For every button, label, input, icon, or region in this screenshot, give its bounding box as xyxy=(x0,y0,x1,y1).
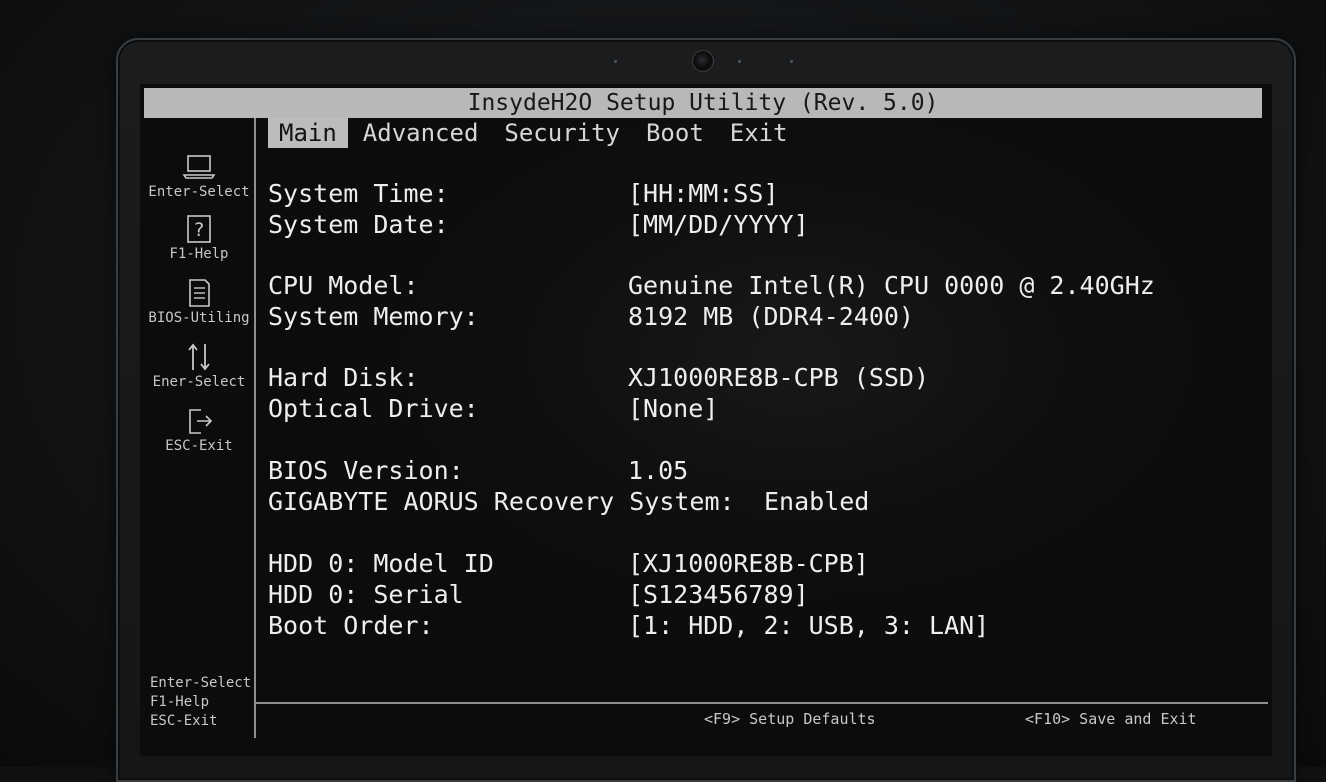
setting-label: System Time: xyxy=(268,179,449,208)
svg-text:?: ? xyxy=(193,219,204,241)
hint-setup-defaults: <F9> Setup Defaults xyxy=(704,710,876,728)
setting-label: HDD 0: Serial xyxy=(268,580,464,609)
setting-value[interactable]: [1: HDD, 2: USB, 3: LAN] xyxy=(628,610,989,641)
sidebar-footer-legend: Enter-Select F1-Help ESC-Exit xyxy=(150,674,256,731)
setting-value: XJ1000RE8B-CPB (SSD) xyxy=(628,363,930,392)
setting-label: GIGABYTE AORUS Recovery System: xyxy=(268,487,735,516)
sensor-dot xyxy=(614,60,617,63)
setting-value: 8192 MB (DDR4-2400) xyxy=(628,302,914,331)
tab-advanced[interactable]: Advanced xyxy=(352,118,490,148)
sidebar-item-ener-select[interactable]: Ener-Select xyxy=(144,342,254,390)
setting-value: 1.05 xyxy=(628,456,689,485)
sensor-dot xyxy=(738,60,741,63)
footer-divider xyxy=(256,702,1268,704)
menu-tabs: Main Advanced Security Boot Exit xyxy=(268,118,803,148)
sidebar-item-label: BIOS-Utiling xyxy=(148,310,250,326)
setting-value: [S123456789] xyxy=(628,580,809,609)
setting-label: System Memory: xyxy=(268,302,479,331)
setting-value: [XJ1000RE8B-CPB] xyxy=(628,549,869,578)
setting-label: BIOS Version: xyxy=(268,456,464,485)
setting-value[interactable]: [HH:MM:SS] xyxy=(628,178,779,209)
footer-hint-exit: ESC-Exit xyxy=(150,713,218,729)
document-icon xyxy=(189,279,210,307)
webcam xyxy=(692,50,714,72)
setting-label: Boot Order: xyxy=(268,611,434,640)
sidebar-item-label: ESC-Exit xyxy=(165,438,233,454)
tab-security[interactable]: Security xyxy=(493,118,631,148)
setting-label: System Date: xyxy=(268,210,449,239)
footer-hint-help: F1-Help xyxy=(150,694,210,710)
sidebar-item-bios-utiling[interactable]: BIOS-Utiling xyxy=(144,278,254,326)
hint-save-and-exit: <F10> Save and Exit xyxy=(1025,710,1197,728)
sidebar-item-esc-exit[interactable]: ESC-Exit xyxy=(144,406,254,454)
sensor-dot xyxy=(790,60,793,63)
setting-label: CPU Model: xyxy=(268,271,419,300)
laptop-icon xyxy=(182,155,216,179)
tab-boot[interactable]: Boot xyxy=(635,118,715,148)
setup-title-bar: InsydeH2O Setup Utility (Rev. 5.0) xyxy=(144,88,1262,118)
key-legend-sidebar: Enter-Select ? F1-Help BIOS-Utiling Ener… xyxy=(144,118,256,738)
tab-exit[interactable]: Exit xyxy=(719,118,799,148)
setting-value[interactable]: Enabled xyxy=(764,486,869,517)
sidebar-item-enter-select[interactable]: Enter-Select xyxy=(144,152,254,200)
sidebar-item-f1-help[interactable]: ? F1-Help xyxy=(144,214,254,262)
help-icon: ? xyxy=(187,215,211,243)
bios-screen: InsydeH2O Setup Utility (Rev. 5.0) Main … xyxy=(140,84,1272,756)
sidebar-item-label: Enter-Select xyxy=(148,184,250,200)
setting-value: [None] xyxy=(628,394,719,423)
exit-icon xyxy=(189,409,213,434)
setting-value[interactable]: [MM/DD/YYYY] xyxy=(628,209,809,240)
setting-label: Optical Drive: xyxy=(268,394,479,423)
sidebar-item-label: F1-Help xyxy=(169,246,229,262)
tab-main[interactable]: Main xyxy=(268,118,348,148)
setting-label: HDD 0: Model ID xyxy=(268,549,494,578)
arrows-icon xyxy=(188,343,210,371)
sidebar-item-label: Ener-Select xyxy=(152,374,246,390)
setting-label: Hard Disk: xyxy=(268,363,419,392)
setting-value: Genuine Intel(R) CPU 0000 @ 2.40GHz xyxy=(628,271,1155,300)
footer-hint-enter: Enter-Select xyxy=(150,675,252,691)
